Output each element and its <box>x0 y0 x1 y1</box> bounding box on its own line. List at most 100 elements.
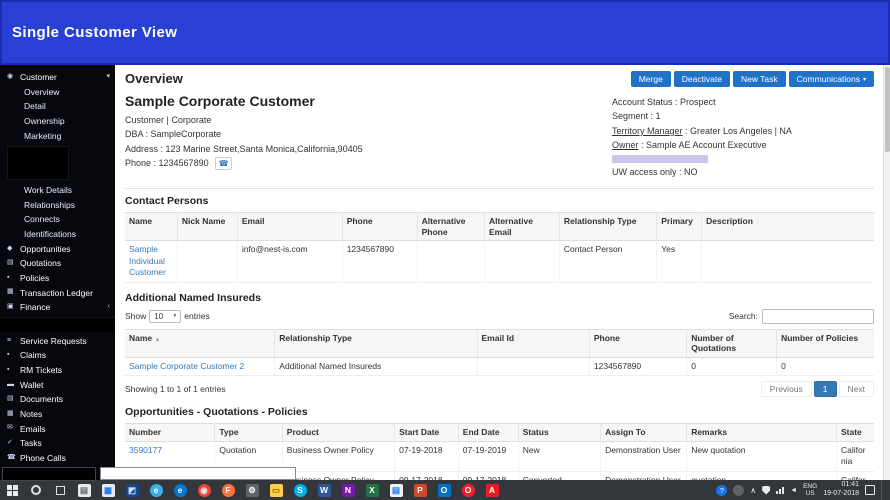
contact-person-link[interactable]: Sample Individual Customer <box>129 244 166 277</box>
sidebar-item-detail[interactable]: Detail <box>0 99 115 114</box>
cell-start-date: 07-19-2018 <box>394 441 459 472</box>
col-email-id[interactable]: Email Id <box>477 328 590 358</box>
ani-customer-link[interactable]: Sample Corporate Customer 2 <box>129 361 244 371</box>
sidebar-item-tasks[interactable]: ✓ Tasks <box>0 436 115 451</box>
tray-app-icon[interactable] <box>733 484 745 496</box>
col-remarks[interactable]: Remarks <box>686 423 837 442</box>
search-label: Search: <box>728 311 758 322</box>
customer-dba: DBA : SampleCorporate <box>125 129 222 140</box>
scrollbar-thumb[interactable] <box>885 67 890 152</box>
taskbar-clock[interactable]: 01:41 19-07-2018 <box>823 481 859 499</box>
taskbar-app-outlook[interactable]: O <box>432 480 456 500</box>
customer-icon: ◉ <box>7 72 14 80</box>
sidebar-item-marketing[interactable]: Marketing <box>0 129 115 144</box>
taskbar-app-chrome[interactable]: ◉ <box>192 480 216 500</box>
vertical-scrollbar[interactable] <box>883 65 890 480</box>
taskbar-app-internet-explorer[interactable]: e <box>144 480 168 500</box>
task-view-button[interactable] <box>48 480 72 500</box>
shield-icon[interactable] <box>762 485 771 495</box>
col-number-of-policies[interactable]: Number of Policies <box>776 328 874 358</box>
sidebar-item-emails[interactable]: ✉ Emails <box>0 422 115 437</box>
cell-email-id <box>477 357 590 377</box>
taskbar-app-skype[interactable]: S <box>288 480 312 500</box>
volume-icon[interactable]: ◄ <box>790 487 797 494</box>
language-indicator[interactable]: ENG US <box>803 483 817 498</box>
cortana-button[interactable] <box>24 480 48 500</box>
sidebar-item-transaction-ledger[interactable]: ▦ Transaction Ledger <box>0 286 115 301</box>
page-size-select[interactable]: 10 ▾ <box>149 309 182 323</box>
sidebar-item-opportunities[interactable]: ◆ Opportunities <box>0 242 115 257</box>
cell-num-quotations: 0 <box>686 357 778 377</box>
col-number[interactable]: Number <box>125 423 216 442</box>
taskbar-app-onenote[interactable]: N <box>336 480 360 500</box>
start-button[interactable] <box>0 480 24 500</box>
deactivate-button[interactable]: Deactivate <box>673 71 730 87</box>
new-task-button[interactable]: New Task <box>732 71 786 87</box>
taskbar-app-photos[interactable]: ◩ <box>120 480 144 500</box>
col-start-date[interactable]: Start Date <box>394 423 459 442</box>
hidden-icons-chevron[interactable]: ∧ <box>750 486 756 495</box>
opportunity-number-link[interactable]: 3590177 <box>129 445 162 455</box>
cell-status: Converted <box>518 471 602 480</box>
communications-dropdown-button[interactable]: Communications ▾ <box>788 71 874 87</box>
col-product[interactable]: Product <box>282 423 396 442</box>
col-number-of-quotations[interactable]: Number of Quotations <box>686 328 778 358</box>
sidebar-item-work-details[interactable]: Work Details <box>0 183 115 198</box>
col-phone[interactable]: Phone <box>589 328 688 358</box>
taskbar-app-notepad[interactable]: ▤ <box>72 480 96 500</box>
col-type[interactable]: Type <box>214 423 283 442</box>
taskbar-app-word[interactable]: W <box>312 480 336 500</box>
col-status[interactable]: Status <box>518 423 602 442</box>
merge-button[interactable]: Merge <box>630 71 671 87</box>
taskbar-app-firefox[interactable]: F <box>216 480 240 500</box>
customer-type: Customer | Corporate <box>125 115 212 125</box>
help-icon[interactable]: ? <box>716 484 728 496</box>
photos-icon: ◩ <box>125 483 139 497</box>
taskbar-app-excel[interactable]: X <box>360 480 384 500</box>
action-center-icon[interactable] <box>865 485 875 495</box>
taskbar-app-wordpad[interactable]: ▤ <box>384 480 408 500</box>
claims-icon: ▪ <box>7 351 10 359</box>
col-relationship-type[interactable]: Relationship Type <box>274 328 478 358</box>
pagination-page-1[interactable]: 1 <box>813 381 837 398</box>
taskbar-app-file-explorer[interactable]: ▭ <box>264 480 288 500</box>
sidebar-item-connects[interactable]: Connects <box>0 212 115 227</box>
tasks-icon: ✓ <box>7 439 13 447</box>
sidebar-item-policies[interactable]: ▪ Policies <box>0 271 115 286</box>
col-state[interactable]: State <box>836 423 874 442</box>
sidebar-item-service-requests[interactable]: ≡ Service Requests <box>0 334 115 349</box>
cell-product: Business Owner Policy <box>282 471 396 480</box>
show-desktop-button[interactable] <box>881 480 885 500</box>
taskbar-app-opera[interactable]: O <box>456 480 480 500</box>
cell-description <box>701 240 874 283</box>
sidebar-item-quotations[interactable]: ▤ Quotations <box>0 256 115 271</box>
sidebar-item-overview[interactable]: Overview <box>0 85 115 100</box>
powerpoint-icon: P <box>413 483 427 497</box>
system-tray: ? ∧ ◄ ENG US 01:41 19-07-2018 <box>716 480 890 500</box>
sidebar-item-finance[interactable]: ▣ Finance ‹ <box>0 300 115 315</box>
sidebar-item-customer[interactable]: ◉ Customer ▾ <box>0 70 115 85</box>
sidebar-item-identifications[interactable]: Identifications <box>0 227 115 242</box>
col-assign-to[interactable]: Assign To <box>600 423 688 442</box>
sidebar-item-claims[interactable]: ▪ Claims <box>0 348 115 363</box>
taskbar-app-settings[interactable]: ⚙ <box>240 480 264 500</box>
taskbar-app-edge[interactable]: e <box>168 480 192 500</box>
call-button[interactable]: ☎ <box>215 157 233 171</box>
taskbar-app-acrobat[interactable]: A <box>480 480 504 500</box>
col-end-date[interactable]: End Date <box>458 423 519 442</box>
taskbar-app-powerpoint[interactable]: P <box>408 480 432 500</box>
sidebar-item-wallet[interactable]: ▬ Wallet <box>0 378 115 393</box>
taskbar-app-calendar[interactable]: ▦ <box>96 480 120 500</box>
sidebar-item-documents[interactable]: ▤ Documents <box>0 392 115 407</box>
sidebar-item-phone-calls[interactable]: ☎ Phone Calls <box>0 451 115 466</box>
sidebar-item-relationships[interactable]: Relationships <box>0 198 115 213</box>
contact-persons-section: Contact Persons Name Nick Name Email Pho… <box>125 187 874 283</box>
pagination-next[interactable]: Next <box>838 381 874 398</box>
sidebar-item-notes[interactable]: ▦ Notes <box>0 407 115 422</box>
sidebar-item-ownership[interactable]: Ownership <box>0 114 115 129</box>
network-icon[interactable] <box>776 486 785 494</box>
col-name[interactable]: Name ▲ <box>125 328 276 358</box>
ani-search-input[interactable] <box>762 308 874 324</box>
pagination-previous[interactable]: Previous <box>760 381 812 398</box>
sidebar-item-rm-tickets[interactable]: ▪ RM Tickets <box>0 363 115 378</box>
